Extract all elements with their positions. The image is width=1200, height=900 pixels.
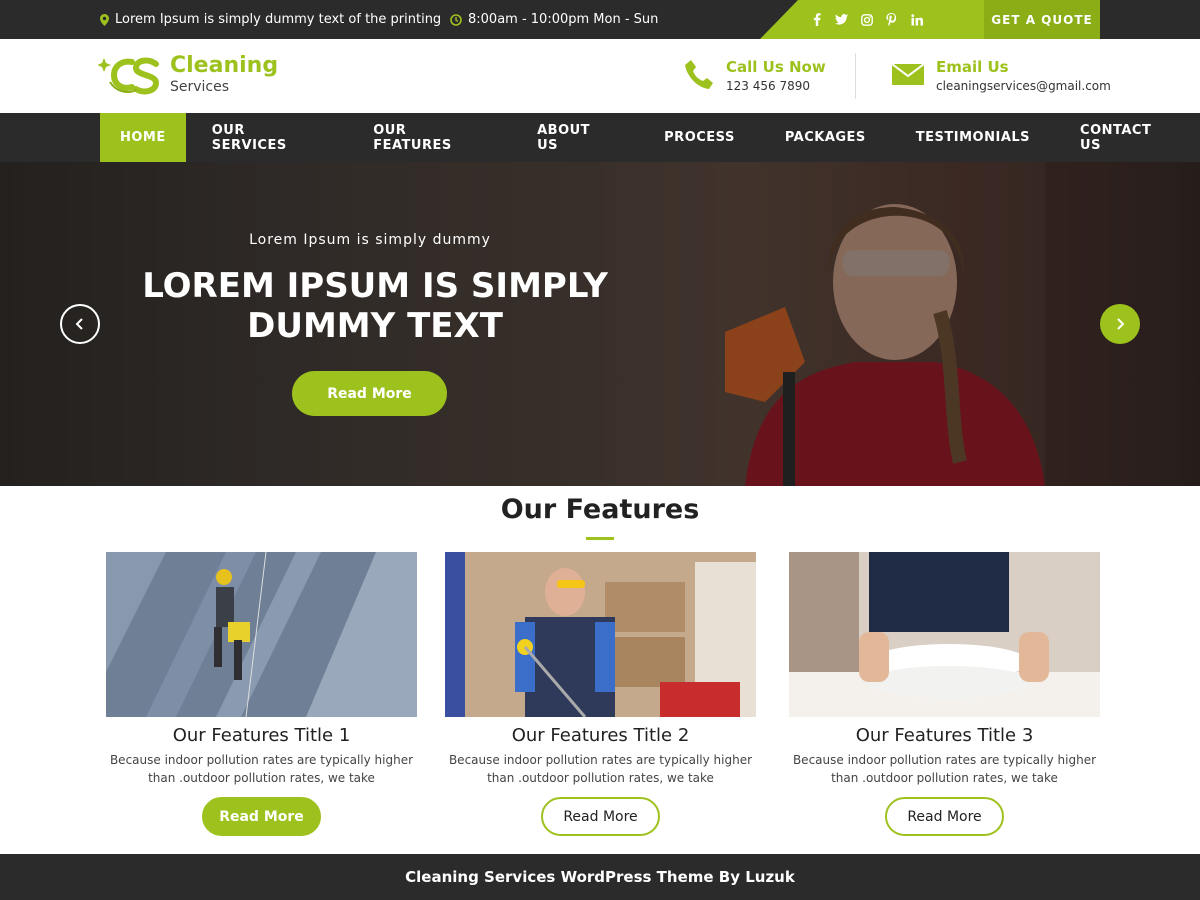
nav-list: HOME OUR SERVICES OUR FEATURES ABOUT US PROC… bbox=[100, 113, 1200, 162]
instagram-icon[interactable] bbox=[860, 13, 873, 26]
nav-item-testimonials[interactable]: TESTIMONIALS bbox=[891, 113, 1055, 162]
feature-card-3: Our Features Title 3 Because indoor poll… bbox=[789, 552, 1100, 836]
envelope-icon bbox=[891, 62, 925, 90]
feature-image-2 bbox=[445, 552, 756, 717]
feature-text-2: Because indoor pollution rates are typic… bbox=[448, 753, 753, 785]
hero-read-more-button[interactable]: Read More bbox=[292, 371, 447, 416]
feature-title-2: Our Features Title 2 bbox=[511, 725, 690, 746]
get-a-quote-button[interactable]: GET A QUOTE bbox=[984, 0, 1100, 39]
nav-item-about-us[interactable]: ABOUT US bbox=[512, 113, 639, 162]
hours-text: 8:00am - 10:00pm Mon - Sun bbox=[468, 12, 659, 27]
feature-title-1: Our Features Title 1 bbox=[172, 725, 351, 746]
email-address[interactable]: cleaningservices@gmail.com bbox=[936, 77, 1111, 95]
feature-title-3: Our Features Title 3 bbox=[855, 725, 1034, 746]
top-bar: Lorem Ipsum is simply dummy text of the … bbox=[0, 0, 1200, 39]
nav-item-contact-us[interactable]: CONTACT US bbox=[1055, 113, 1200, 162]
pinterest-icon[interactable] bbox=[885, 13, 898, 26]
header-divider bbox=[855, 53, 856, 99]
feature-card-1: Our Features Title 1 Because indoor poll… bbox=[106, 552, 417, 836]
slider-prev-button[interactable] bbox=[60, 304, 100, 344]
facebook-icon[interactable] bbox=[810, 13, 823, 26]
site-logo[interactable]: Cleaning Services bbox=[98, 52, 278, 98]
site-footer: Cleaning Services WordPress Theme By Luz… bbox=[0, 854, 1200, 900]
hero-title: LOREM IPSUM IS SIMPLY DUMMY TEXT bbox=[142, 266, 608, 346]
site-header: Cleaning Services Call Us Now 123 456 78… bbox=[0, 39, 1200, 113]
features-heading: Our Features bbox=[500, 494, 700, 525]
phone-icon bbox=[684, 58, 714, 94]
nav-item-home[interactable]: HOME bbox=[100, 113, 186, 162]
email-title: Email Us bbox=[936, 58, 1009, 76]
heading-underline bbox=[586, 537, 614, 540]
address-info: Lorem Ipsum is simply dummy text of the … bbox=[100, 0, 441, 39]
nav-item-our-services[interactable]: OUR SERVICES bbox=[186, 113, 348, 162]
chevron-left-icon bbox=[75, 318, 83, 330]
feature-read-more-button-1[interactable]: Read More bbox=[202, 797, 321, 836]
hero-slider: Lorem Ipsum is simply dummy LOREM IPSUM … bbox=[0, 162, 1200, 486]
email-contact: Email Us cleaningservices@gmail.com bbox=[891, 57, 1111, 95]
nav-item-process[interactable]: PROCESS bbox=[639, 113, 760, 162]
social-links bbox=[810, 0, 923, 39]
nav-item-packages[interactable]: PACKAGES bbox=[760, 113, 891, 162]
feature-text-3: Because indoor pollution rates are typic… bbox=[792, 753, 1097, 785]
feature-read-more-button-3[interactable]: Read More bbox=[885, 797, 1004, 836]
hero-subtitle: Lorem Ipsum is simply dummy bbox=[249, 232, 491, 248]
feature-card-2: Our Features Title 2 Because indoor poll… bbox=[445, 552, 756, 836]
map-pin-icon bbox=[100, 13, 109, 26]
call-title: Call Us Now bbox=[726, 58, 826, 76]
feature-text-1: Because indoor pollution rates are typic… bbox=[109, 753, 414, 785]
feature-image-1 bbox=[106, 552, 417, 717]
hours-info: 8:00am - 10:00pm Mon - Sun bbox=[450, 0, 658, 39]
logo-mark-icon bbox=[98, 57, 160, 95]
address-text: Lorem Ipsum is simply dummy text of the … bbox=[115, 12, 442, 27]
call-contact: Call Us Now 123 456 7890 bbox=[684, 57, 826, 95]
slider-next-button[interactable] bbox=[1100, 304, 1140, 344]
logo-title: Cleaning bbox=[170, 53, 279, 78]
logo-text: Cleaning Services bbox=[170, 54, 278, 96]
main-nav: HOME OUR SERVICES OUR FEATURES ABOUT US PROC… bbox=[0, 113, 1200, 162]
nav-item-our-features[interactable]: OUR FEATURES bbox=[348, 113, 512, 162]
chevron-right-icon bbox=[1117, 318, 1125, 330]
twitter-icon[interactable] bbox=[835, 13, 848, 26]
phone-number[interactable]: 123 456 7890 bbox=[726, 77, 826, 95]
logo-subtitle: Services bbox=[170, 79, 230, 95]
feature-read-more-button-2[interactable]: Read More bbox=[541, 797, 660, 836]
footer-credit[interactable]: Cleaning Services WordPress Theme By Luz… bbox=[405, 868, 795, 886]
linkedin-icon[interactable] bbox=[910, 13, 923, 26]
clock-icon bbox=[450, 13, 462, 26]
feature-image-3 bbox=[789, 552, 1100, 717]
